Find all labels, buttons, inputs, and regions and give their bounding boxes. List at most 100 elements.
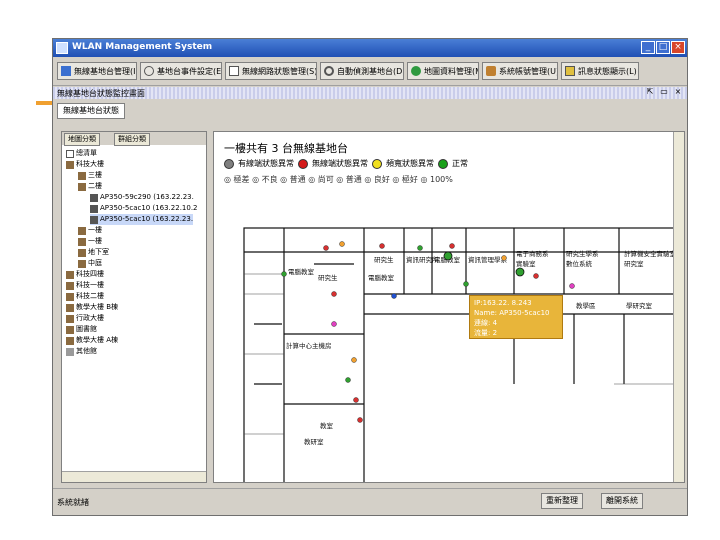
toolbar-button-auto-detect[interactable]: 自動偵測基地台(D): [320, 62, 404, 80]
signal-marker: [339, 241, 345, 247]
signal-marker: [501, 255, 507, 261]
map-panel: 一樓共有 3 台無線基地台 有線端狀態異常 無線端狀態異常 頻寬狀態異常 正常 …: [213, 131, 685, 483]
tab-ap-status[interactable]: 無線基地台狀態: [57, 103, 125, 119]
toolbar-button-status-manage[interactable]: 無線網路狀態管理(S): [225, 62, 317, 80]
tab-map-category[interactable]: 地圖分類: [64, 133, 100, 146]
clock-icon: [144, 66, 154, 76]
access-point-icon: [90, 204, 98, 213]
toolbar-button-ap-manage[interactable]: 無線基地台管理(I): [57, 62, 137, 80]
building-icon: [66, 303, 74, 312]
tree-item[interactable]: 一樓: [78, 236, 102, 247]
room-label: 教室: [320, 421, 334, 430]
popup-connections: 連線: 4: [474, 319, 498, 327]
floor-icon: [78, 182, 86, 191]
ap-info-popup: IP:163.22. 8.243 Name: AP350-5cac10 連線: …: [469, 295, 563, 339]
title-bar: WLAN Management System _ □ ×: [53, 39, 687, 57]
tree-item[interactable]: 教學大樓 B棟: [66, 302, 118, 313]
map-vertical-scrollbar[interactable]: [673, 132, 684, 482]
floor-icon: [78, 171, 86, 180]
tree-item[interactable]: 科技四樓: [66, 269, 104, 280]
gray-status-icon: [224, 158, 234, 169]
access-point-marker[interactable]: [515, 267, 525, 277]
close-button[interactable]: ×: [671, 41, 685, 54]
restore-icon[interactable]: ▭: [659, 87, 669, 97]
subwindow-title: 無線基地台狀態監控畫面: [57, 89, 145, 98]
red-status-icon: [298, 158, 308, 169]
signal-marker: [281, 271, 287, 277]
tree-item[interactable]: 其他館: [66, 346, 97, 357]
tree-item[interactable]: 中庭: [78, 258, 102, 269]
room-label: 電子商務系: [516, 249, 549, 258]
signal-marker: [331, 321, 337, 327]
access-point-icon: [90, 215, 98, 224]
building-icon: [66, 336, 74, 345]
room-label: 電腦教室: [288, 267, 315, 276]
yellow-status-icon: [372, 158, 382, 169]
floor-icon: [78, 226, 86, 235]
status-text: 系統就緒: [57, 498, 89, 507]
signal-marker: [463, 281, 469, 287]
list-icon: [61, 66, 71, 76]
room-label: 研究生學系: [566, 249, 599, 258]
signal-marker: [391, 293, 397, 299]
room-label: 資訊管理學系: [468, 255, 508, 264]
tree-item[interactable]: 教學大樓 A棟: [66, 335, 118, 346]
tab-group-category[interactable]: 群組分類: [114, 133, 150, 146]
floor-icon: [78, 259, 86, 268]
floor-icon: [78, 237, 86, 246]
signal-marker: [353, 397, 359, 403]
signal-marker: [357, 417, 363, 423]
signal-marker: [379, 243, 385, 249]
signal-marker: [569, 283, 575, 289]
floor-plan: 研究生 研究生 電腦教室 資訊研究所 電腦教室 資訊管理學系 電子商務系 實驗室…: [243, 227, 676, 482]
toolbar-button-map-manage[interactable]: 地圖資料管理(M): [407, 62, 479, 80]
tree-item[interactable]: 科技二樓: [66, 291, 104, 302]
building-icon: [66, 314, 74, 323]
float-icon[interactable]: ⇱: [645, 87, 655, 97]
subwindow-close-icon[interactable]: ×: [673, 87, 683, 97]
signal-marker: [323, 245, 329, 251]
signal-marker: [331, 291, 337, 297]
tree-item[interactable]: 地下室: [78, 247, 109, 258]
tree-item-selected[interactable]: AP350-5cac10 (163.22.23.: [90, 214, 194, 225]
tree-item[interactable]: 圖書館: [66, 324, 97, 335]
main-toolbar: 無線基地台管理(I) 基地台事件設定(E) 無線網路狀態管理(S) 自動偵測基地…: [53, 59, 687, 86]
left-panel: 地圖分類 群組分類 總清單 科技大樓 三樓 二樓 AP350-59c290 (1…: [61, 131, 207, 483]
tree-item[interactable]: 總清單: [66, 148, 97, 159]
access-point-marker[interactable]: [443, 251, 453, 261]
tree-item[interactable]: 二樓: [78, 181, 102, 192]
map-title: 一樓共有 3 台無線基地台: [224, 142, 348, 155]
tree-item[interactable]: 科技一樓: [66, 280, 104, 291]
decorative-orange-bar: [36, 101, 52, 105]
status-legend: 有線端狀態異常 無線端狀態異常 頻寬狀態異常 正常: [224, 158, 468, 169]
message-icon: [565, 66, 575, 76]
folder-icon: [66, 347, 74, 356]
left-horizontal-scrollbar[interactable]: [62, 471, 206, 482]
room-label: 計算中心主機房: [286, 341, 332, 350]
signal-marker: [449, 243, 455, 249]
floor-icon: [78, 248, 86, 257]
room-label: 電腦教室: [368, 273, 395, 282]
building-icon: [66, 292, 74, 301]
refresh-button[interactable]: 重新整理: [541, 493, 583, 509]
tree-item[interactable]: AP350-59c290 (163.22.23.: [90, 192, 194, 203]
tree-item[interactable]: AP350-5cac10 (163.22.10.2: [90, 203, 198, 214]
minimize-button[interactable]: _: [641, 41, 655, 54]
tree-item[interactable]: 科技大樓: [66, 159, 104, 170]
popup-ip: IP:163.22. 8.243: [474, 299, 532, 307]
signal-marker: [345, 377, 351, 383]
room-label: 學研究室: [626, 301, 653, 310]
toolbar-button-event-settings[interactable]: 基地台事件設定(E): [140, 62, 222, 80]
app-window: WLAN Management System _ □ × 無線基地台管理(I) …: [52, 38, 688, 516]
tree-item[interactable]: 行政大樓: [66, 313, 104, 324]
building-icon: [66, 281, 74, 290]
toolbar-button-account-manage[interactable]: 系統帳號管理(U): [482, 62, 558, 80]
exit-button[interactable]: 離開系統: [601, 493, 643, 509]
left-panel-tabs: 地圖分類 群組分類: [62, 132, 206, 146]
tree-item[interactable]: 一樓: [78, 225, 102, 236]
green-status-icon: [438, 158, 448, 169]
tree-item[interactable]: 三樓: [78, 170, 102, 181]
building-icon: [66, 325, 74, 334]
toolbar-button-message-display[interactable]: 訊息狀態顯示(L): [561, 62, 639, 80]
maximize-button[interactable]: □: [656, 41, 670, 54]
